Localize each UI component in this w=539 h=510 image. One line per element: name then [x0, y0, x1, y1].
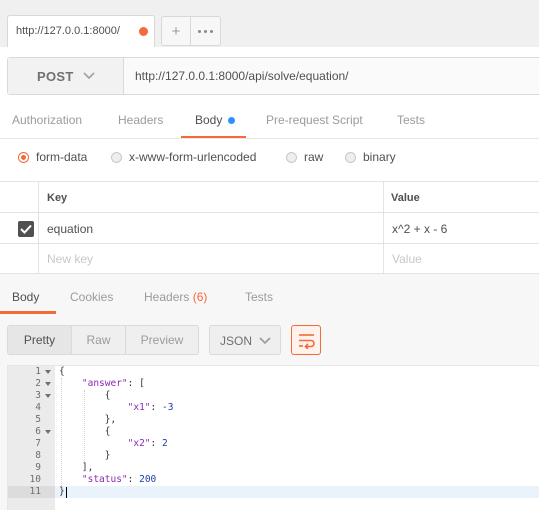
wrap-lines-button[interactable] [291, 325, 321, 355]
format-select[interactable]: JSON [209, 325, 281, 355]
response-tab-cookies[interactable]: Cookies [70, 290, 113, 304]
method-select[interactable]: POST [8, 58, 124, 94]
wrap-lines-icon [299, 334, 315, 349]
chevron-down-icon [259, 337, 271, 345]
row-enabled-checkbox[interactable] [18, 221, 34, 237]
code-line: { [59, 366, 65, 377]
fold-arrow-icon[interactable] [45, 394, 51, 398]
request-tab[interactable]: http://127.0.0.1:8000/ [7, 15, 155, 47]
dots-icon-2 [204, 29, 207, 33]
value-column-header: Value [391, 192, 420, 204]
line-number: 6 [35, 426, 41, 437]
line-number: 4 [35, 402, 41, 413]
radio-label: raw [304, 150, 324, 164]
line-number: 1 [35, 366, 41, 377]
code-line: { [59, 390, 111, 401]
new-key-input[interactable]: New key [47, 252, 93, 266]
response-active-tab-underline [0, 311, 56, 314]
radio-icon [286, 151, 297, 163]
dots-icon-1 [198, 29, 201, 33]
code-line: "answer": [ [81, 378, 145, 389]
url-bar: POST http://127.0.0.1:8000/api/solve/equ… [7, 57, 539, 95]
line-number: 10 [29, 474, 41, 485]
dots-icon-3 [210, 29, 213, 33]
tab-pre-request-script[interactable]: Pre-request Script [266, 113, 363, 127]
more-tabs-button[interactable] [191, 16, 221, 46]
body-indicator-dot [228, 117, 235, 124]
code-line: "x1": -3 [127, 402, 174, 413]
radio-x-www-form-urlencoded[interactable]: x-www-form-urlencoded [111, 150, 256, 164]
response-tab-headers-label: Headers [144, 290, 190, 304]
tab-body[interactable]: Body [195, 113, 222, 127]
code-line: { [59, 426, 111, 437]
plus-icon: + [171, 22, 181, 40]
code-line: ], [59, 462, 94, 473]
headers-count-badge: (6) [192, 290, 208, 304]
line-number: 8 [35, 450, 41, 461]
line-number: 9 [35, 462, 41, 473]
view-pretty-button[interactable]: Pretty [8, 326, 72, 354]
new-value-input[interactable]: Value [392, 252, 422, 266]
line-number: 11 [29, 486, 41, 497]
url-input[interactable]: http://127.0.0.1:8000/api/solve/equation… [135, 69, 349, 83]
method-label: POST [37, 69, 74, 84]
code-line: }, [59, 414, 117, 425]
column-divider [383, 182, 384, 273]
param-value-field[interactable]: x^2 + x - 6 [392, 222, 447, 236]
code-line: } [59, 486, 65, 497]
code-line: } [59, 450, 111, 461]
radio-selected-icon [18, 151, 29, 163]
chevron-down-icon [83, 72, 95, 80]
column-divider [38, 182, 39, 273]
view-raw-button[interactable]: Raw [72, 326, 126, 354]
tab-strip: http://127.0.0.1:8000/ + [0, 0, 539, 47]
line-number: 3 [35, 390, 41, 401]
key-column-header: Key [47, 192, 68, 204]
text-caret [66, 487, 67, 498]
current-line-highlight [55, 486, 539, 498]
fold-arrow-icon[interactable] [45, 382, 51, 386]
response-tab-headers[interactable]: Headers (6) [144, 290, 207, 304]
param-key-field[interactable]: equation [47, 222, 93, 236]
request-tab-label: http://127.0.0.1:8000/ [16, 25, 120, 37]
row-divider [0, 243, 539, 244]
response-tab-tests[interactable]: Tests [245, 290, 273, 304]
format-label: JSON [220, 334, 253, 348]
response-tab-body[interactable]: Body [12, 290, 39, 304]
unsaved-dot-icon [139, 27, 148, 36]
code-line: "status": 200 [81, 474, 157, 485]
checkmark-icon [20, 224, 32, 234]
line-number: 2 [35, 378, 41, 389]
code-line: "x2": 2 [127, 438, 168, 449]
radio-form-data[interactable]: form-data [18, 150, 87, 164]
fold-arrow-icon[interactable] [45, 430, 51, 434]
radio-icon [111, 151, 122, 163]
radio-raw[interactable]: raw [286, 150, 323, 164]
response-body-editor[interactable]: 1 2 3 4 5 6 7 8 9 10 11 { "answer": [ { … [7, 365, 539, 510]
request-tabs: Authorization Headers Body Pre-request S… [0, 104, 539, 138]
fold-arrow-icon[interactable] [45, 370, 51, 374]
radio-label: binary [363, 150, 396, 164]
radio-label: x-www-form-urlencoded [129, 150, 257, 164]
tab-headers[interactable]: Headers [118, 113, 163, 127]
radio-label: form-data [36, 150, 88, 164]
radio-icon [345, 151, 356, 163]
new-tab-button[interactable]: + [161, 16, 191, 46]
row-divider [0, 212, 539, 213]
tab-tests[interactable]: Tests [397, 113, 425, 127]
view-mode-group: Pretty Raw Preview [7, 325, 199, 355]
view-preview-button[interactable]: Preview [126, 326, 198, 354]
line-number: 5 [35, 414, 41, 425]
line-number: 7 [35, 438, 41, 449]
divider [0, 138, 539, 139]
tab-authorization[interactable]: Authorization [12, 113, 82, 127]
radio-binary[interactable]: binary [345, 150, 396, 164]
